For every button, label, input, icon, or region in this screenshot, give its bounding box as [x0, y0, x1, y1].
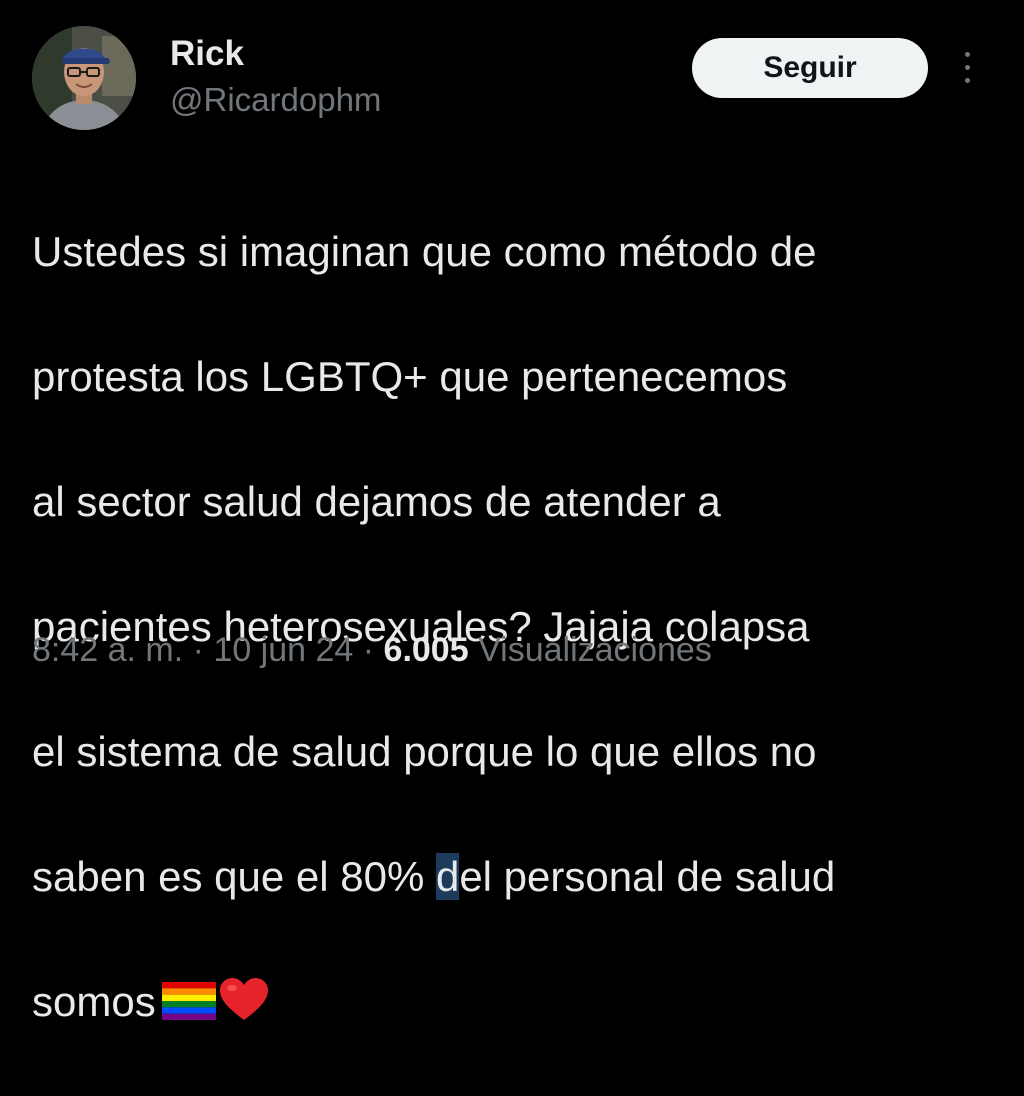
- tweet-time[interactable]: 8:42 a. m.: [32, 631, 183, 669]
- tweet-meta: 8:42 a. m. · 10 jun 24 · 6.005 Visualiza…: [32, 626, 712, 674]
- meta-separator: ·: [353, 631, 384, 669]
- tweet-text-segment: somos: [32, 977, 156, 1025]
- tweet-card: Rick @Ricardophm Seguir Ustedes si imagi…: [0, 0, 1024, 1025]
- tweet-text-line: protesta los LGBTQ+ que pertenecemos: [32, 352, 788, 400]
- author-handle[interactable]: @Ricardophm: [170, 78, 381, 122]
- meta-separator: ·: [183, 631, 214, 669]
- tweet-text-segment: el personal de salud: [459, 852, 836, 900]
- tweet-text-line: Ustedes si imaginan que como método de: [32, 227, 817, 275]
- text-selection: d: [435, 852, 460, 900]
- rainbow-flag-icon: [161, 981, 216, 1020]
- author-names: Rick @Ricardophm: [170, 34, 381, 122]
- tweet-header: Rick @Ricardophm Seguir: [32, 26, 992, 136]
- tweet-text-line: saben es que el 80% del personal de salu…: [32, 846, 992, 909]
- author-avatar[interactable]: [32, 26, 136, 130]
- views-label[interactable]: Visualizaciones: [478, 631, 712, 669]
- tweet-text-line: al sector salud dejamos de atender a: [32, 477, 721, 525]
- views-count[interactable]: 6.005: [384, 631, 469, 669]
- red-heart-icon: [219, 977, 268, 1020]
- tweet-text-line: el sistema de salud porque lo que ellos …: [32, 727, 817, 775]
- tweet-text-segment: saben es que el 80%: [32, 852, 436, 900]
- tweet-date[interactable]: 10 jun 24: [213, 631, 353, 669]
- more-vertical-icon[interactable]: [957, 52, 977, 88]
- author-display-name[interactable]: Rick: [170, 34, 381, 74]
- follow-button[interactable]: Seguir: [692, 38, 928, 98]
- avatar-photo: [32, 26, 136, 130]
- tweet-text-line: somos: [32, 971, 992, 1034]
